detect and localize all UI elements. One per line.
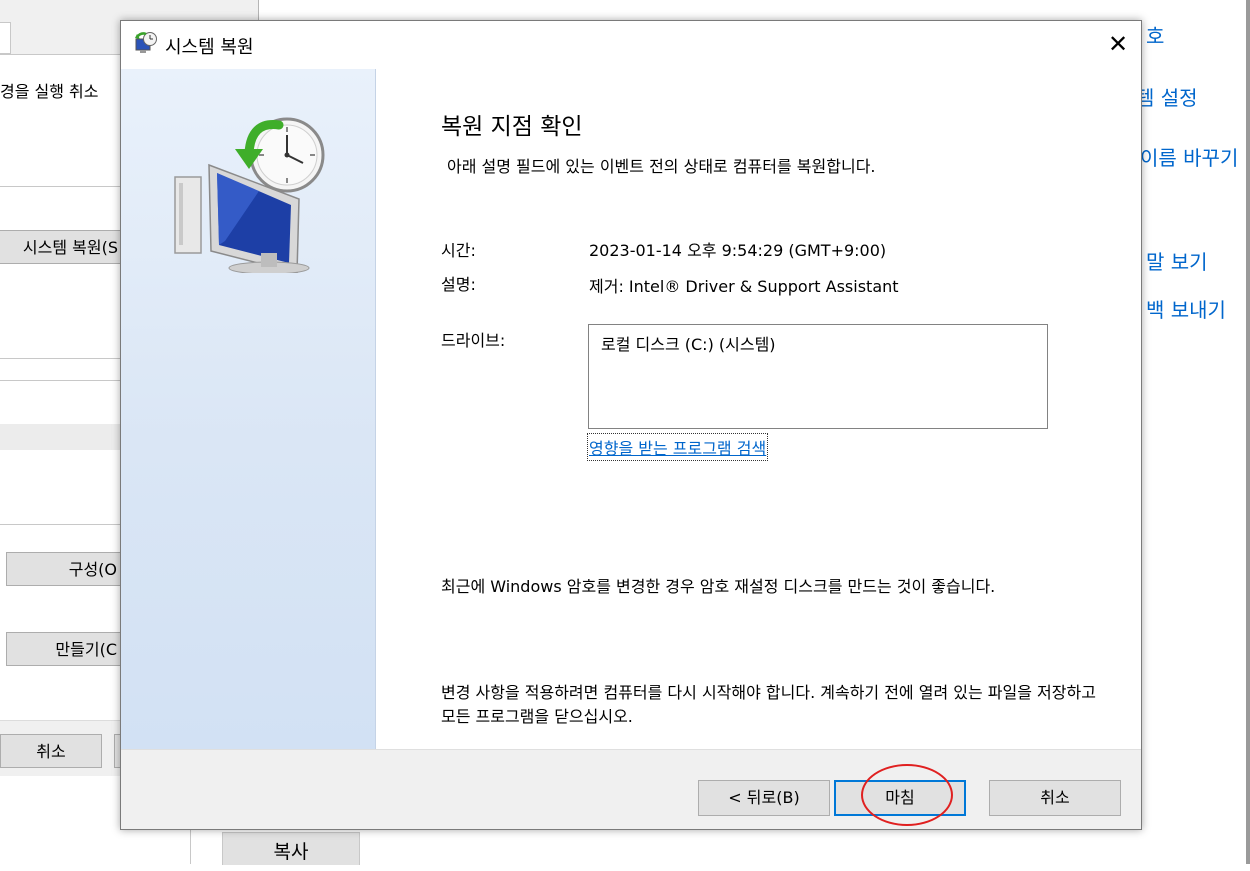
- description-value: 제거: Intel® Driver & Support Assistant: [589, 277, 899, 296]
- system-restore-icon: [133, 31, 159, 57]
- page-title: 복원 지점 확인: [441, 114, 583, 140]
- restore-monitor-clock-icon: [174, 117, 325, 273]
- list-item[interactable]: 로컬 디스크 (C:) (시스템): [601, 331, 776, 355]
- close-button[interactable]: ✕: [1095, 21, 1141, 67]
- scan-affected-programs-link[interactable]: 영향을 받는 프로그램 검색: [586, 433, 769, 461]
- page-subtitle: 아래 설명 필드에 있는 이벤트 전의 상태로 컴퓨터를 복원합니다.: [447, 157, 876, 176]
- background-text-fragment: 경을 실행 취소: [0, 82, 99, 101]
- system-restore-dialog: 시스템 복원 ✕ 복원 지점 확인 아래 설명 필드에 있는 이벤트 전의 상태…: [120, 20, 1142, 830]
- drive-list[interactable]: 로컬 디스크 (C:) (시스템): [588, 324, 1048, 429]
- password-note: 최근에 Windows 암호를 변경한 경우 암호 재설정 디스크를 만드는 것…: [441, 577, 996, 596]
- restart-note: 변경 사항을 적용하려면 컴퓨터를 다시 시작해야 합니다. 계속하기 전에 열…: [441, 683, 1096, 726]
- background-tab[interactable]: [0, 22, 11, 54]
- create-button[interactable]: 만들기(C: [6, 632, 122, 666]
- copy-button[interactable]: 복사: [222, 832, 360, 865]
- time-value: 2023-01-14 오후 9:54:29 (GMT+9:00): [589, 241, 887, 260]
- dialog-footer: < 뒤로(B) 마침 취소: [121, 750, 1141, 829]
- close-icon: ✕: [1107, 30, 1129, 58]
- dialog-title: 시스템 복원: [165, 37, 254, 58]
- cancel-button[interactable]: 취소: [989, 780, 1121, 816]
- right-link-view[interactable]: 말 보기: [1146, 246, 1208, 275]
- right-link-send-feedback[interactable]: 백 보내기: [1146, 294, 1226, 323]
- time-label: 시간:: [441, 241, 476, 260]
- system-restore-button[interactable]: 시스템 복원(S: [0, 230, 123, 264]
- title-bar[interactable]: 시스템 복원 ✕: [121, 21, 1141, 69]
- back-button[interactable]: < 뒤로(B): [698, 780, 830, 816]
- right-link-rename[interactable]: 이름 바꾸기: [1140, 142, 1238, 171]
- right-link-1[interactable]: 호: [1146, 20, 1164, 49]
- configure-button[interactable]: 구성(O: [6, 552, 122, 586]
- description-label: 설명:: [441, 275, 476, 294]
- finish-button[interactable]: 마침: [834, 780, 966, 816]
- drive-label: 드라이브:: [441, 331, 506, 350]
- window-edge: [1246, 0, 1250, 864]
- right-link-system-settings[interactable]: 템 설정: [1136, 82, 1198, 111]
- dialog-content: 복원 지점 확인 아래 설명 필드에 있는 이벤트 전의 상태로 컴퓨터를 복원…: [121, 69, 1141, 749]
- background-cancel-button[interactable]: 취소: [0, 734, 102, 768]
- side-panel: [121, 69, 376, 749]
- divider: [190, 830, 191, 864]
